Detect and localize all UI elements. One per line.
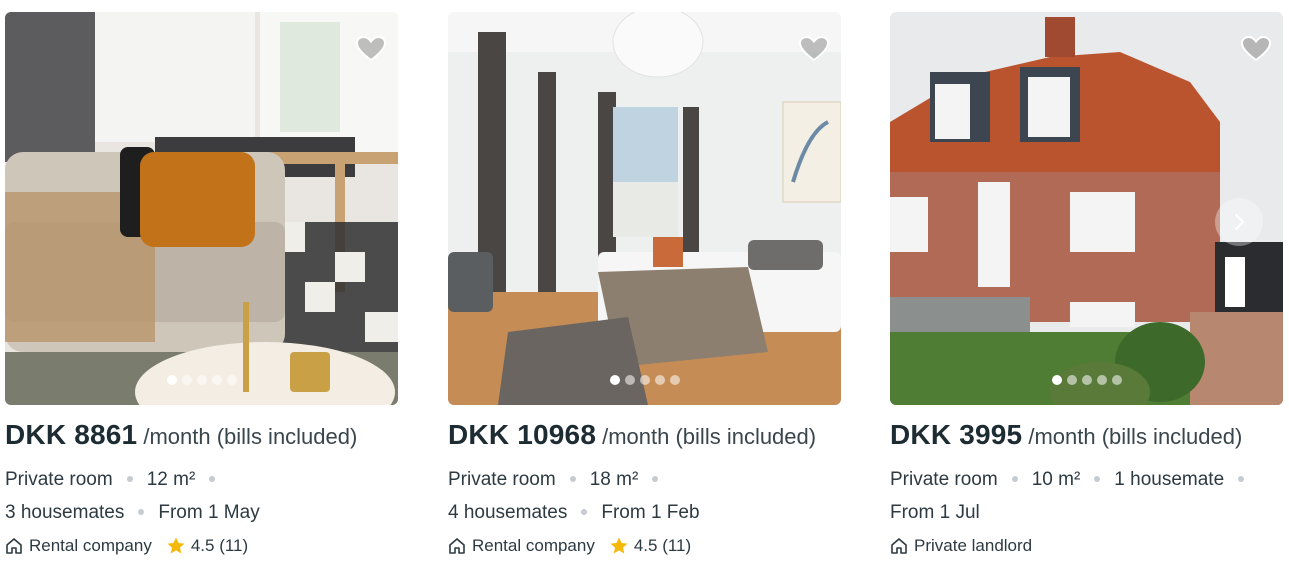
separator-dot xyxy=(138,508,145,515)
carousel-dot[interactable] xyxy=(1111,375,1122,385)
room-type: Private room xyxy=(448,469,556,490)
room-size: 12 m² xyxy=(146,469,196,490)
favorite-button[interactable] xyxy=(799,36,829,62)
owner-type: Rental company xyxy=(29,536,152,555)
room-type: Private room xyxy=(5,469,113,490)
carousel-dot[interactable] xyxy=(1081,375,1092,385)
carousel-dot[interactable] xyxy=(639,375,650,385)
owner-type: Private landlord xyxy=(914,536,1033,555)
separator-dot xyxy=(209,475,216,482)
listing-card[interactable]: DKK 3995 /month (bills included) Private… xyxy=(890,12,1283,572)
listing-details: Private room 12 m² 3 housemates From 1 May xyxy=(5,463,398,529)
price-period: /month (bills included) xyxy=(602,424,817,449)
rating: 4.5 (11) xyxy=(190,536,249,555)
price-line: DKK 3995 /month (bills included) xyxy=(890,419,1283,455)
housemates: 4 housemates xyxy=(448,502,568,523)
housemates: 3 housemates xyxy=(5,502,125,523)
available-from: From 1 May xyxy=(158,502,260,523)
housemates: 1 housemate xyxy=(1114,469,1225,490)
bedroom-photo xyxy=(448,12,841,405)
price-line: DKK 8861 /month (bills included) xyxy=(5,419,398,455)
listing-grid: DKK 8861 /month (bills included) Private… xyxy=(5,12,1285,572)
heart-icon xyxy=(356,36,386,62)
price: DKK 3995 xyxy=(890,419,1023,450)
favorite-button[interactable] xyxy=(1241,36,1271,62)
listing-card[interactable]: DKK 8861 /month (bills included) Private… xyxy=(5,12,398,572)
carousel-dots xyxy=(448,375,841,385)
carousel-dots xyxy=(890,375,1283,385)
owner-type: Rental company xyxy=(472,536,595,555)
listing-photo[interactable] xyxy=(448,12,841,405)
available-from: From 1 Feb xyxy=(601,502,700,523)
owner-info: Private landlord xyxy=(890,533,1283,559)
carousel-dot[interactable] xyxy=(624,375,635,385)
listing-details: Private room 10 m² 1 housemate From 1 Jul xyxy=(890,463,1283,529)
room-type: Private room xyxy=(890,469,998,490)
separator-dot xyxy=(652,475,659,482)
carousel-dot[interactable] xyxy=(196,375,207,385)
carousel-dot[interactable] xyxy=(211,375,222,385)
carousel-dot[interactable] xyxy=(1051,375,1062,385)
carousel-dot[interactable] xyxy=(1066,375,1077,385)
heart-icon xyxy=(799,36,829,62)
living-room-photo xyxy=(5,12,398,405)
next-photo-button[interactable] xyxy=(1215,198,1263,246)
carousel-dot[interactable] xyxy=(181,375,192,385)
separator-dot xyxy=(581,508,588,515)
price-period: /month (bills included) xyxy=(1028,424,1243,449)
separator-dot xyxy=(1094,475,1101,482)
carousel-dot[interactable] xyxy=(1096,375,1107,385)
owner-info: Rental company 4.5 (11) xyxy=(448,533,841,559)
chevron-right-icon xyxy=(1234,213,1245,231)
carousel-dot[interactable] xyxy=(166,375,177,385)
carousel-dot[interactable] xyxy=(226,375,237,385)
listing-photo[interactable] xyxy=(890,12,1283,405)
listing-details: Private room 18 m² 4 housemates From 1 Feb xyxy=(448,463,841,529)
home-icon xyxy=(449,538,465,554)
price-line: DKK 10968 /month (bills included) xyxy=(448,419,841,455)
separator-dot xyxy=(569,475,576,482)
available-from: From 1 Jul xyxy=(890,502,980,523)
separator-dot xyxy=(1011,475,1018,482)
carousel-dot[interactable] xyxy=(609,375,620,385)
separator-dot xyxy=(126,475,133,482)
carousel-dot[interactable] xyxy=(654,375,665,385)
price: DKK 8861 xyxy=(5,419,138,450)
room-size: 10 m² xyxy=(1031,469,1081,490)
separator-dot xyxy=(1238,475,1245,482)
home-icon xyxy=(6,538,22,554)
price-period: /month (bills included) xyxy=(143,424,358,449)
home-icon xyxy=(891,538,907,554)
favorite-button[interactable] xyxy=(356,36,386,62)
heart-icon xyxy=(1241,36,1271,62)
room-size: 18 m² xyxy=(589,469,639,490)
listing-photo[interactable] xyxy=(5,12,398,405)
carousel-dot[interactable] xyxy=(669,375,680,385)
listing-card[interactable]: DKK 10968 /month (bills included) Privat… xyxy=(448,12,841,572)
rating: 4.5 (11) xyxy=(633,536,692,555)
price: DKK 10968 xyxy=(448,419,597,450)
carousel-dots xyxy=(5,375,398,385)
star-icon xyxy=(610,537,628,554)
star-icon xyxy=(167,537,185,554)
owner-info: Rental company 4.5 (11) xyxy=(5,533,398,559)
